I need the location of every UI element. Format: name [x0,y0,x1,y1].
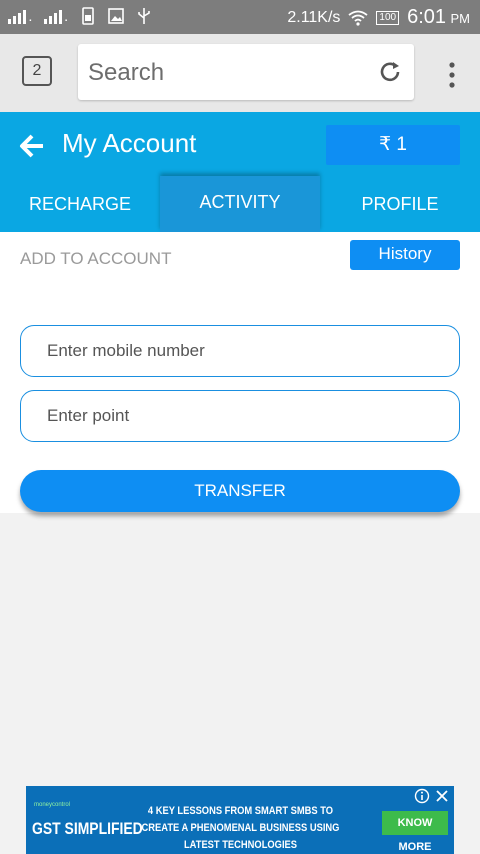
battery-icon: 100 [376,10,400,25]
reload-icon[interactable] [376,58,404,86]
image-icon [107,8,124,24]
search-box [78,44,414,100]
tab-bar: RECHARGE ACTIVITY PROFILE [0,176,480,232]
point-field-box [20,390,460,442]
sim-card-icon [81,7,94,25]
ad-brand-logo: moneycontrol [34,802,71,808]
transfer-panel: ADD TO ACCOUNT History TRANSFER [0,232,480,513]
mobile-field-box [20,325,460,377]
clock-ampm: PM [450,11,471,26]
page-title: My Account [62,128,197,158]
ad-title: GST SIMPLIFIED [32,819,143,838]
section-label: ADD TO ACCOUNT [20,249,172,268]
point-input[interactable] [47,403,427,429]
ad-info-icon[interactable] [414,788,430,804]
browser-toolbar: 2 [0,34,480,112]
transfer-button[interactable]: TRANSFER [20,470,460,512]
ad-close-icon[interactable] [434,788,450,804]
clock: 6:01 [407,6,447,28]
tab-switcher-button[interactable]: 2 [22,56,52,86]
ad-banner[interactable]: moneycontrol GST SIMPLIFIED 4 KEY LESSON… [26,786,454,854]
signal-icon: . [8,8,32,24]
usb-icon [137,8,150,24]
mobile-number-input[interactable] [47,338,427,364]
balance-badge: ₹ 1 [326,125,460,165]
history-button[interactable]: History [350,240,460,270]
network-speed: 2.11K/s [287,8,341,26]
more-options-icon[interactable] [448,62,456,88]
ad-text: 4 KEY LESSONS FROM SMART SMBS TO CREATE … [141,805,340,851]
tab-profile[interactable]: PROFILE [320,176,480,232]
wifi-icon [348,10,368,26]
ad-cta-button[interactable]: KNOW MORE [382,811,448,853]
account-header: My Account ₹ 1 [0,112,480,180]
status-bar: . . 2.11K/s 100 6:01 PM [0,0,480,34]
back-arrow-icon[interactable] [18,132,46,160]
signal-icon-2: . [43,8,68,24]
tab-recharge[interactable]: RECHARGE [0,176,160,232]
tab-activity[interactable]: ACTIVITY [160,176,320,232]
search-input[interactable] [88,58,368,88]
